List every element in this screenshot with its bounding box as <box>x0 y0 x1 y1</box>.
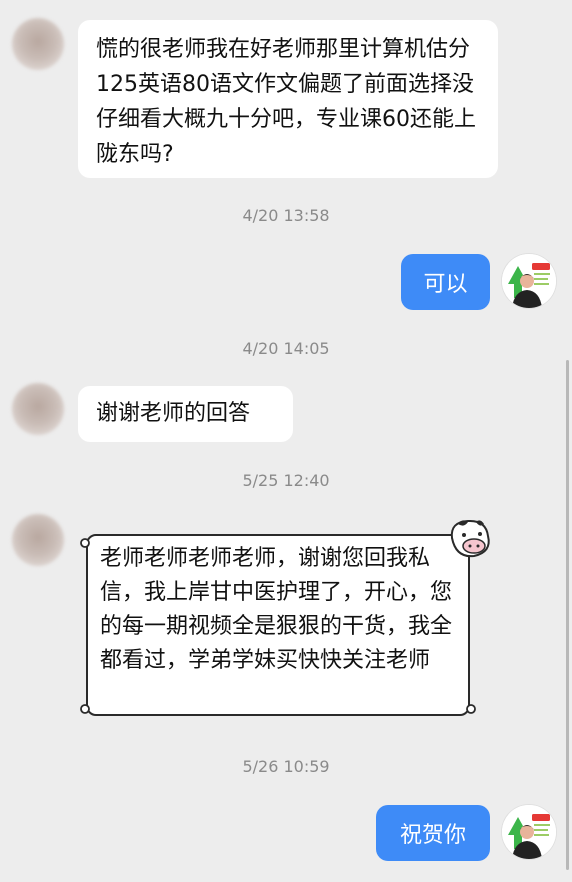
message-bubble-outgoing[interactable]: 可以 <box>401 254 490 310</box>
student-avatar[interactable] <box>12 383 64 435</box>
message-bubble-incoming-decorated[interactable]: 老师老师老师老师，谢谢您回我私信，我上岸甘中医护理了，开心，您的每一期视频全是狠… <box>78 516 498 726</box>
teacher-avatar-icon <box>502 254 556 308</box>
student-avatar[interactable] <box>12 18 64 70</box>
timestamp: 5/26 10:59 <box>242 757 330 776</box>
teacher-avatar[interactable] <box>502 254 556 308</box>
message-text: 慌的很老师我在好老师那里计算机估分125英语80语文作文偏题了前面选择没仔细看大… <box>96 37 476 167</box>
bubble-corner-decoration <box>80 538 90 548</box>
message-text: 谢谢老师的回答 <box>96 401 251 426</box>
message-bubble-outgoing[interactable]: 祝贺你 <box>376 805 490 861</box>
student-avatar[interactable] <box>12 514 64 566</box>
message-text: 祝贺你 <box>399 823 466 848</box>
message-bubble-incoming[interactable]: 慌的很老师我在好老师那里计算机估分125英语80语文作文偏题了前面选择没仔细看大… <box>78 20 498 178</box>
teacher-avatar-icon <box>502 805 556 859</box>
bubble-corner-decoration <box>466 704 476 714</box>
timestamp: 4/20 13:58 <box>242 206 330 225</box>
timestamp: 5/25 12:40 <box>242 471 330 490</box>
message-bubble-incoming[interactable]: 谢谢老师的回答 <box>78 386 293 442</box>
message-text: 老师老师老师老师，谢谢您回我私信，我上岸甘中医护理了，开心，您的每一期视频全是狠… <box>100 546 453 673</box>
teacher-avatar[interactable] <box>502 805 556 859</box>
bubble-corner-decoration <box>80 704 90 714</box>
scrollbar[interactable] <box>566 360 569 870</box>
timestamp: 4/20 14:05 <box>242 339 330 358</box>
message-text: 可以 <box>423 272 468 297</box>
